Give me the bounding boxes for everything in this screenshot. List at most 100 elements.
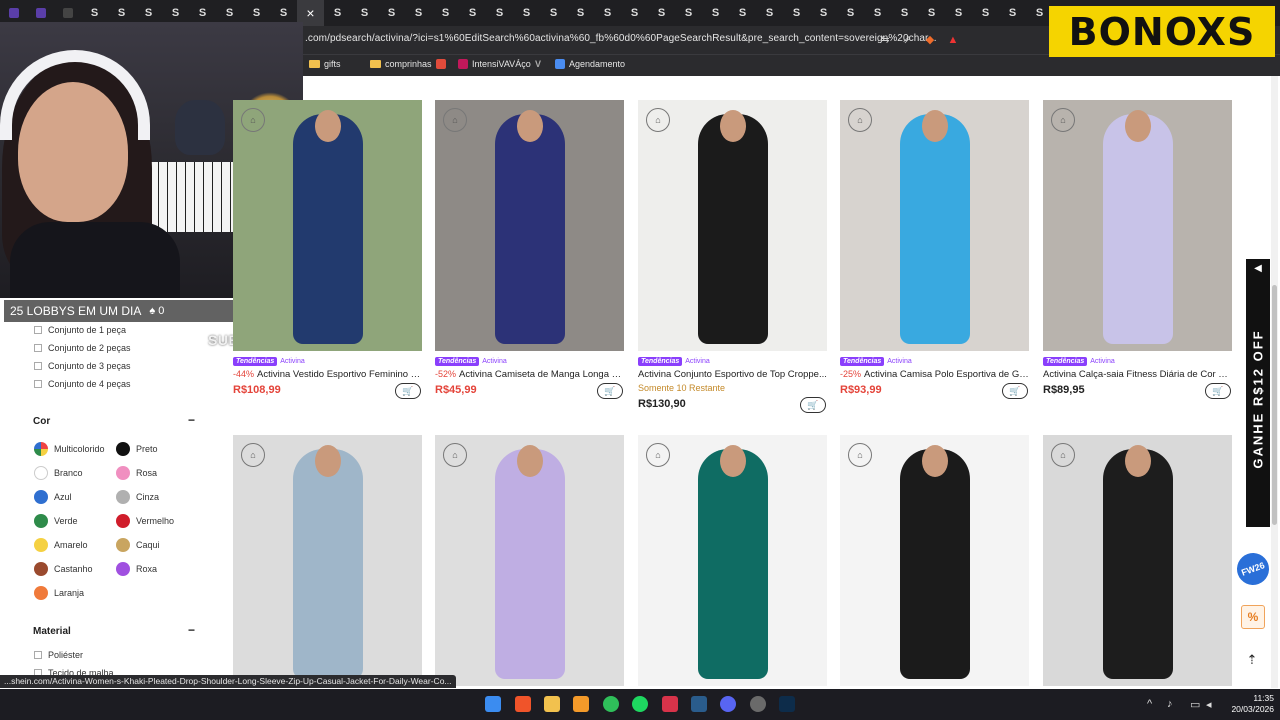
mic-icon[interactable]: ♪	[1167, 698, 1173, 710]
browser-tab[interactable]: S	[351, 0, 378, 26]
product-card[interactable]: ⌂ Tendências Activina -52% Activina Camiseta…	[435, 100, 624, 399]
browser-tab[interactable]: S	[945, 0, 972, 26]
color-option[interactable]: Vermelho	[116, 514, 174, 528]
file-explorer-icon[interactable]	[544, 696, 560, 712]
add-to-cart-icon[interactable]: 🛒	[597, 383, 623, 399]
start-icon[interactable]	[485, 696, 501, 712]
steam-icon[interactable]	[691, 696, 707, 712]
obs-icon[interactable]	[750, 696, 766, 712]
browser-tab[interactable]: S	[621, 0, 648, 26]
checkbox[interactable]	[34, 362, 42, 370]
browser-tab[interactable]: S	[729, 0, 756, 26]
product-card[interactable]: ⌂ Tendências Activina Activina Conjunto Esp…	[638, 100, 827, 413]
product-card[interactable]: ⌂	[638, 435, 827, 686]
browser-tab[interactable]: S	[675, 0, 702, 26]
product-title[interactable]: -52% Activina Camiseta de Manga Longa F..…	[435, 369, 624, 380]
tray-chevron-icon[interactable]: ^	[1147, 698, 1152, 710]
color-option[interactable]: Azul	[34, 490, 72, 504]
url-text[interactable]: .com/pdsearch/activina/?ici=s1%60EditSea…	[305, 33, 937, 44]
brand-tag[interactable]: Activina	[887, 358, 912, 365]
brave-icon[interactable]	[515, 696, 531, 712]
filter-material-polyester[interactable]: Poliéster	[34, 650, 83, 660]
browser-tab[interactable]: S	[918, 0, 945, 26]
browser-tab[interactable]: S	[513, 0, 540, 26]
promo-arrow-icon[interactable]: ◀	[1246, 263, 1270, 274]
add-to-cart-icon[interactable]: 🛒	[800, 397, 826, 413]
bookmark-comprinhas[interactable]: comprinhas	[370, 59, 432, 69]
color-option[interactable]: Caqui	[116, 538, 160, 552]
browser-tab[interactable]: S	[810, 0, 837, 26]
brand-tag[interactable]: Activina	[280, 358, 305, 365]
browser-tab[interactable]: S	[783, 0, 810, 26]
color-option[interactable]: Verde	[34, 514, 78, 528]
browser-tab[interactable]: S	[999, 0, 1026, 26]
bookmark-app[interactable]	[436, 59, 446, 69]
product-title[interactable]: -44% Activina Vestido Esportivo Feminino …	[233, 369, 422, 380]
bookmark-gifts[interactable]: gifts	[309, 59, 341, 69]
volume-icon[interactable]: ◂	[1206, 698, 1212, 711]
translate-icon[interactable]: ⇋	[877, 32, 893, 48]
product-image[interactable]: ⌂	[1043, 100, 1232, 351]
fw26-badge[interactable]: FW26	[1232, 548, 1274, 590]
browser-tab[interactable]: S	[567, 0, 594, 26]
brave-shield-icon[interactable]: ◆	[922, 32, 938, 48]
sublime-icon[interactable]	[573, 696, 589, 712]
browser-tab[interactable]: S	[837, 0, 864, 26]
bookmark-intensivavaco[interactable]: IntensiVAVÁço	[458, 59, 531, 69]
share-icon[interactable]: ⇗	[899, 32, 915, 48]
checkbox[interactable]	[34, 380, 42, 388]
promo-tab[interactable]: ◀ GANHE R$12 OFF	[1246, 259, 1270, 527]
product-card[interactable]: ⌂ Tendências Activina Activina Calça-saia F…	[1043, 100, 1232, 399]
bookmark-agendamento[interactable]: Agendamento	[555, 59, 625, 69]
scrollbar-thumb[interactable]	[1272, 285, 1277, 525]
product-image[interactable]: ⌂	[435, 435, 624, 686]
product-image[interactable]: ⌂	[840, 435, 1029, 686]
color-option[interactable]: Multicolorido	[34, 442, 105, 456]
rewards-icon[interactable]: ▲	[945, 32, 961, 48]
browser-tab[interactable]: S	[486, 0, 513, 26]
product-image[interactable]: ⌂	[233, 435, 422, 686]
collapse-icon[interactable]: −	[188, 413, 195, 427]
browser-tab[interactable]: S	[459, 0, 486, 26]
checkbox[interactable]	[34, 326, 42, 334]
browser-tab[interactable]: S	[864, 0, 891, 26]
product-title[interactable]: Activina Calça-saia Fitness Diária de Co…	[1043, 369, 1232, 380]
discord-icon[interactable]	[720, 696, 736, 712]
collapse-icon[interactable]: −	[188, 623, 195, 637]
product-image[interactable]: ⌂	[638, 435, 827, 686]
add-to-cart-icon[interactable]: 🛒	[1002, 383, 1028, 399]
browser-tab[interactable]: S	[432, 0, 459, 26]
color-option[interactable]: Laranja	[34, 586, 84, 600]
product-title[interactable]: -25% Activina Camisa Polo Esportiva de Go…	[840, 369, 1029, 380]
product-title[interactable]: Activina Conjunto Esportivo de Top Cropp…	[638, 369, 827, 380]
browser-tab[interactable]: S	[648, 0, 675, 26]
color-option[interactable]: Amarelo	[34, 538, 88, 552]
checkbox[interactable]	[34, 344, 42, 352]
color-option[interactable]: Castanho	[34, 562, 93, 576]
browser-tab[interactable]: S	[378, 0, 405, 26]
product-card[interactable]: ⌂	[1043, 435, 1232, 686]
browser-tab[interactable]: S	[540, 0, 567, 26]
product-card[interactable]: ⌂	[435, 435, 624, 686]
product-image[interactable]: ⌂	[233, 100, 422, 351]
browser-tab[interactable]: S	[324, 0, 351, 26]
color-option[interactable]: Cinza	[116, 490, 159, 504]
color-option[interactable]: Rosa	[116, 466, 157, 480]
brand-tag[interactable]: Activina	[1090, 358, 1115, 365]
brand-tag[interactable]: Activina	[482, 358, 507, 365]
whatsapp-icon[interactable]	[603, 696, 619, 712]
filter-pack-4[interactable]: Conjunto de 4 peças	[34, 379, 131, 389]
browser-tab[interactable]: S	[405, 0, 432, 26]
product-card[interactable]: ⌂	[233, 435, 422, 686]
browser-tab[interactable]: S	[891, 0, 918, 26]
coupon-icon[interactable]: %	[1241, 605, 1265, 629]
product-card[interactable]: ⌂	[840, 435, 1029, 686]
color-option[interactable]: Roxa	[116, 562, 157, 576]
bookmark-v[interactable]: V	[535, 59, 541, 69]
filter-pack-2[interactable]: Conjunto de 2 peças	[34, 343, 131, 353]
network-icon[interactable]: ▭	[1190, 698, 1200, 711]
photoshop-icon[interactable]	[779, 696, 795, 712]
product-image[interactable]: ⌂	[435, 100, 624, 351]
back-to-top-icon[interactable]: ⇡	[1244, 652, 1260, 668]
browser-tab[interactable]: S	[594, 0, 621, 26]
